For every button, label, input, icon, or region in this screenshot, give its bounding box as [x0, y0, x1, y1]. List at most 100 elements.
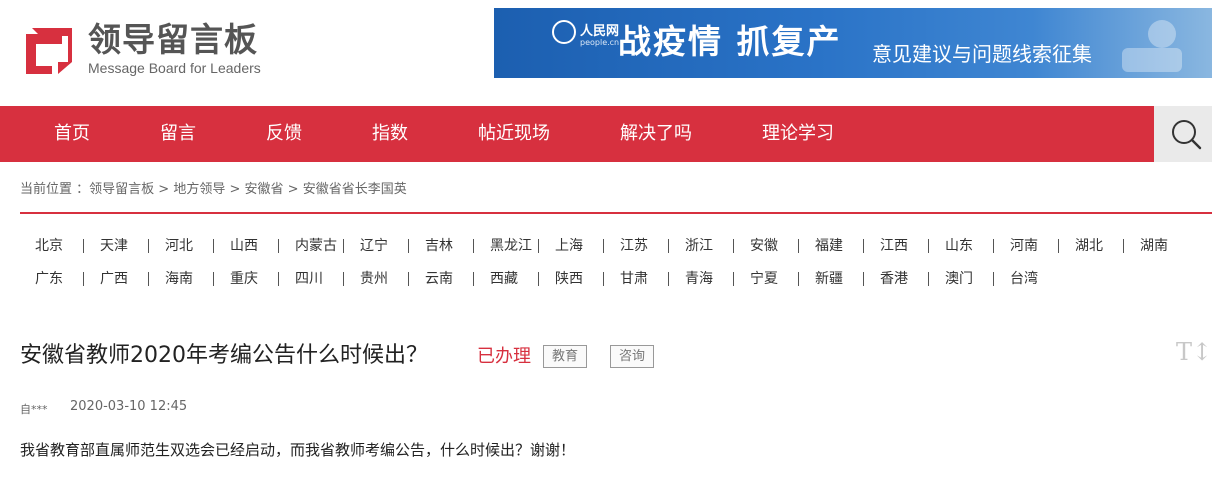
logo-title: 领导留言板: [88, 20, 258, 59]
province-separator: [863, 272, 864, 286]
message-content: 我省教育部直属师范生双选会已经启动，而我省教师考编公告，什么时候出？谢谢！: [20, 441, 576, 459]
province-link[interactable]: 四川: [295, 269, 343, 289]
province-separator: [343, 272, 344, 286]
province-separator: [473, 239, 474, 253]
province-link[interactable]: 青海: [685, 269, 733, 289]
province-link[interactable]: 云南: [425, 269, 473, 289]
breadcrumb-prefix: 当前位置 ：: [20, 182, 90, 197]
province-link[interactable]: 辽宁: [360, 236, 408, 256]
province-link[interactable]: 上海: [555, 236, 603, 256]
province-separator: [733, 239, 734, 253]
breadcrumb-separator: >: [154, 182, 174, 197]
campaign-banner[interactable]: 人民网 people.cn 战疫情 抓复产 意见建议与问题线索征集: [494, 8, 1212, 78]
province-link[interactable]: 黑龙江: [490, 236, 538, 256]
tag-education[interactable]: 教育: [543, 345, 588, 368]
logo-mark-icon: [22, 22, 80, 76]
breadcrumb-link-board[interactable]: 领导留言板: [89, 182, 154, 197]
breadcrumb-current[interactable]: 安徽省省长李国英: [303, 182, 407, 197]
province-link[interactable]: 重庆: [230, 269, 278, 289]
province-separator: [668, 272, 669, 286]
province-link[interactable]: 海南: [165, 269, 213, 289]
province-separator: [603, 272, 604, 286]
province-separator: [928, 239, 929, 253]
province-separator: [993, 272, 994, 286]
province-link[interactable]: 江西: [880, 236, 928, 256]
province-link[interactable]: 内蒙古: [295, 236, 343, 256]
breadcrumb-link-local-leaders[interactable]: 地方领导: [173, 182, 225, 197]
province-separator: [733, 272, 734, 286]
province-link[interactable]: 北京: [35, 236, 83, 256]
logo-subtitle: Message Board for Leaders: [88, 60, 261, 76]
province-link[interactable]: 陕西: [555, 269, 603, 289]
nav-item-feedback[interactable]: 反馈: [266, 106, 302, 162]
province-link[interactable]: 西藏: [490, 269, 538, 289]
province-separator: [213, 272, 214, 286]
province-link[interactable]: 澳门: [945, 269, 993, 289]
province-separator: [83, 272, 84, 286]
province-separator: [668, 239, 669, 253]
nav-item-live[interactable]: 帖近现场: [478, 106, 550, 162]
province-link[interactable]: 山西: [230, 236, 278, 256]
banner-title: 战疫情 抓复产: [618, 22, 842, 61]
search-button[interactable]: [1154, 106, 1212, 162]
breadcrumb: 当前位置 ：领导留言板 > 地方领导 > 安徽省 > 安徽省省长李国英: [20, 178, 407, 197]
site-header: 领导留言板 Message Board for Leaders 人民网 peop…: [0, 0, 1212, 106]
province-separator: [473, 272, 474, 286]
province-link[interactable]: 宁夏: [750, 269, 798, 289]
province-separator: [798, 272, 799, 286]
province-link[interactable]: 广西: [100, 269, 148, 289]
province-separator: [278, 272, 279, 286]
province-separator: [863, 239, 864, 253]
province-row-1: 北京 天津 河北 山西 内蒙古 辽宁 吉林 黑龙江 上海 江苏 浙江 安徽 福建 江西 山东 河南 湖北 湖南: [35, 236, 1188, 256]
province-link[interactable]: 贵州: [360, 269, 408, 289]
banner-subtitle: 意见建议与问题线索征集: [872, 42, 1092, 66]
province-separator: [993, 239, 994, 253]
main-nav: 首页 留言 反馈 指数 帖近现场 解决了吗 理论学习: [0, 106, 1212, 162]
search-icon: [1172, 120, 1202, 150]
province-separator: [1123, 239, 1124, 253]
site-logo[interactable]: 领导留言板 Message Board for Leaders: [22, 20, 292, 78]
province-separator: [213, 239, 214, 253]
people-cn-emblem-icon: [552, 20, 576, 44]
banner-brand: 人民网: [580, 24, 620, 39]
province-link[interactable]: 江苏: [620, 236, 668, 256]
province-link[interactable]: 天津: [100, 236, 148, 256]
province-separator: [928, 272, 929, 286]
province-link[interactable]: 广东: [35, 269, 83, 289]
author-name: 自***: [20, 403, 48, 416]
section-divider: [20, 212, 1212, 214]
province-row-2: 广东 广西 海南 重庆 四川 贵州 云南 西藏 陕西 甘肃 青海 宁夏 新疆 香港 澳门 台湾: [35, 269, 1058, 289]
province-separator: [408, 272, 409, 286]
province-link[interactable]: 台湾: [1010, 269, 1058, 289]
province-separator: [408, 239, 409, 253]
province-link[interactable]: 福建: [815, 236, 863, 256]
province-separator: [148, 272, 149, 286]
province-link[interactable]: 湖北: [1075, 236, 1123, 256]
province-separator: [798, 239, 799, 253]
province-link[interactable]: 新疆: [815, 269, 863, 289]
font-size-toggle-icon[interactable]: T↕: [1176, 338, 1212, 366]
province-link[interactable]: 吉林: [425, 236, 473, 256]
nav-item-resolved[interactable]: 解决了吗: [620, 106, 692, 162]
province-link[interactable]: 香港: [880, 269, 928, 289]
province-link[interactable]: 安徽: [750, 236, 798, 256]
breadcrumb-separator: >: [283, 182, 303, 197]
breadcrumb-link-anhui[interactable]: 安徽省: [245, 182, 284, 197]
banner-brand-sub: people.cn: [580, 38, 620, 47]
nav-item-home[interactable]: 首页: [54, 106, 90, 162]
province-link[interactable]: 山东: [945, 236, 993, 256]
province-separator: [603, 239, 604, 253]
province-link[interactable]: 湖南: [1140, 236, 1188, 256]
province-link[interactable]: 浙江: [685, 236, 733, 256]
province-separator: [83, 239, 84, 253]
province-link[interactable]: 河南: [1010, 236, 1058, 256]
province-separator: [1058, 239, 1059, 253]
nav-item-index[interactable]: 指数: [372, 106, 408, 162]
page-title: 安徽省教师2020年考编公告什么时候出？: [20, 343, 428, 368]
status-badge: 已办理: [477, 346, 531, 367]
province-link[interactable]: 河北: [165, 236, 213, 256]
nav-item-messages[interactable]: 留言: [160, 106, 196, 162]
nav-item-theory[interactable]: 理论学习: [762, 106, 834, 162]
tag-inquiry[interactable]: 咨询: [610, 345, 655, 368]
province-link[interactable]: 甘肃: [620, 269, 668, 289]
